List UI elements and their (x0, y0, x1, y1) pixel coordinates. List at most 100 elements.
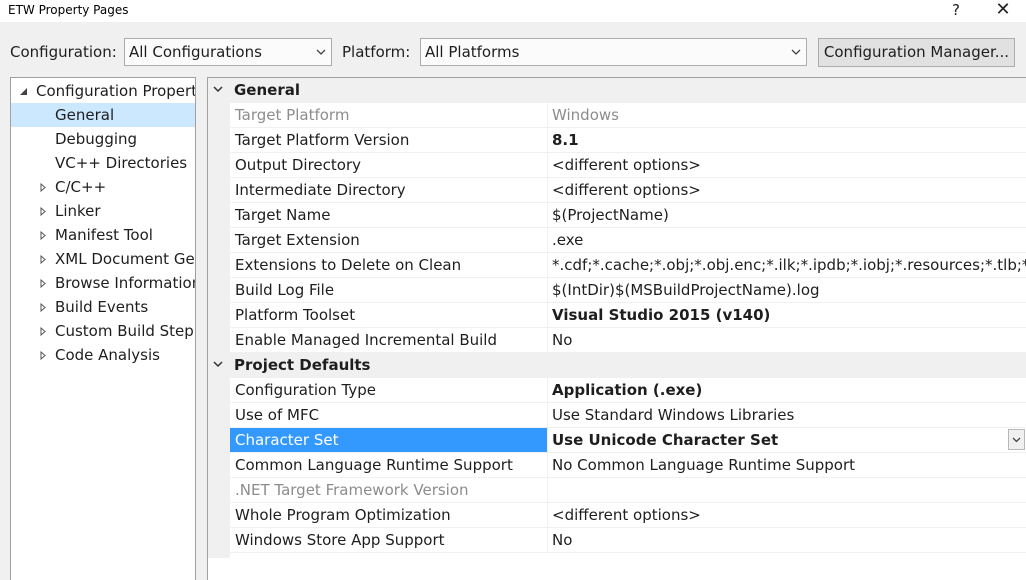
property-value[interactable]: <different options> (549, 503, 1026, 527)
platform-dropdown[interactable]: All Platforms (420, 38, 807, 66)
property-name: Extensions to Delete on Clean (230, 253, 548, 277)
category-general[interactable]: General (208, 78, 1026, 103)
property-value[interactable] (549, 478, 1026, 502)
property-name: Windows Store App Support (230, 528, 548, 552)
property-row-target-name[interactable]: Target Name $(ProjectName) (230, 203, 1026, 228)
platform-label: Platform: (342, 43, 411, 61)
configuration-value: All Configurations (129, 43, 262, 61)
property-name: Target Platform (230, 103, 548, 127)
tree-item-build-events[interactable]: Build Events (11, 295, 195, 319)
expand-triangle-icon[interactable] (40, 271, 52, 295)
tree-item-label: Manifest Tool (55, 226, 153, 244)
property-row-configuration-type[interactable]: Configuration Type Application (.exe) (230, 378, 1026, 403)
value-dropdown-button[interactable] (1008, 429, 1025, 450)
chevron-down-icon[interactable] (213, 78, 225, 103)
category-label: Project Defaults (234, 356, 371, 374)
property-row-use-of-mfc[interactable]: Use of MFC Use Standard Windows Libraries (230, 403, 1026, 428)
property-name: Build Log File (230, 278, 548, 302)
tree-item-label: Debugging (55, 130, 138, 148)
property-name: Whole Program Optimization (230, 503, 548, 527)
help-button[interactable]: ? (936, 0, 976, 22)
property-value[interactable]: .exe (549, 228, 1026, 252)
property-name: Use of MFC (230, 403, 548, 427)
property-name: Enable Managed Incremental Build (230, 328, 548, 352)
expand-triangle-icon[interactable] (40, 175, 52, 199)
property-name: Configuration Type (230, 378, 548, 402)
expand-triangle-icon[interactable] (40, 199, 52, 223)
tree-item-label: Browse Information (55, 274, 196, 292)
tree-item-general[interactable]: General (11, 103, 195, 127)
property-value[interactable]: No (549, 328, 1026, 352)
tree-root-configuration-properties[interactable]: Configuration Properties (11, 79, 196, 103)
property-name: .NET Target Framework Version (230, 478, 548, 502)
property-value[interactable]: Visual Studio 2015 (v140) (549, 303, 1026, 327)
property-name: Intermediate Directory (230, 178, 548, 202)
property-value[interactable]: <different options> (549, 153, 1026, 177)
tree-item-label: Custom Build Step (55, 322, 194, 340)
property-grid: General Target Platform Windows Target Plat… (207, 77, 1026, 580)
property-name: Platform Toolset (230, 303, 548, 327)
property-name: Target Platform Version (230, 128, 548, 152)
tree-item-label: XML Document Generator (55, 250, 195, 268)
category-project-defaults[interactable]: Project Defaults (208, 353, 1026, 378)
property-value[interactable]: $(ProjectName) (549, 203, 1026, 227)
property-row-build-log-file[interactable]: Build Log File $(IntDir)$(MSBuildProjectN… (230, 278, 1026, 303)
property-value[interactable]: Use Standard Windows Libraries (549, 403, 1026, 427)
property-value[interactable]: *.cdf;*.cache;*.obj;*.obj.enc;*.ilk;*.ip… (549, 253, 1026, 277)
property-value[interactable]: <different options> (549, 178, 1026, 202)
tree-item-vc-directories[interactable]: VC++ Directories (11, 151, 195, 175)
configuration-dropdown[interactable]: All Configurations (124, 38, 332, 66)
property-row-extensions-to-delete-on-clean[interactable]: Extensions to Delete on Clean *.cdf;*.cac… (230, 253, 1026, 278)
property-row-character-set[interactable]: Character Set Use Unicode Character Set (230, 428, 1026, 453)
property-row-target-platform-version[interactable]: Target Platform Version 8.1 (230, 128, 1026, 153)
property-name: Target Extension (230, 228, 548, 252)
property-value[interactable]: Windows (549, 103, 1026, 127)
property-value[interactable]: No (549, 528, 1026, 552)
grid-margin (208, 78, 230, 558)
configuration-manager-button[interactable]: Configuration Manager... (818, 38, 1015, 67)
property-value[interactable]: 8.1 (549, 128, 1026, 152)
tree-item-browse-information[interactable]: Browse Information (11, 271, 196, 295)
property-name: Character Set (230, 428, 548, 452)
close-button[interactable]: ✕ (983, 0, 1023, 22)
tree-item-manifest-tool[interactable]: Manifest Tool (11, 223, 195, 247)
expand-triangle-icon[interactable] (40, 223, 52, 247)
category-label: General (234, 81, 300, 99)
tree-item-label: Linker (55, 202, 101, 220)
property-row-intermediate-directory[interactable]: Intermediate Directory <different options… (230, 178, 1026, 203)
property-value[interactable]: No Common Language Runtime Support (549, 453, 1026, 477)
expand-triangle-icon[interactable] (40, 319, 52, 343)
tree-item-linker[interactable]: Linker (11, 199, 195, 223)
property-row-platform-toolset[interactable]: Platform Toolset Visual Studio 2015 (v140… (230, 303, 1026, 328)
platform-value: All Platforms (425, 43, 520, 61)
tree-item-label: General (55, 106, 115, 124)
tree-item-custom-build-step[interactable]: Custom Build Step (11, 319, 195, 343)
property-row-net-target-framework-version[interactable]: .NET Target Framework Version (230, 478, 1026, 503)
property-row-whole-program-optimization[interactable]: Whole Program Optimization <different opt… (230, 503, 1026, 528)
chevron-down-icon (315, 39, 327, 65)
tree-item-label: Code Analysis (55, 346, 160, 364)
property-row-target-platform[interactable]: Target Platform Windows (230, 103, 1026, 128)
tree-root-label: Configuration Properties (36, 82, 196, 100)
chevron-down-icon[interactable] (213, 353, 225, 378)
expand-triangle-icon[interactable] (40, 295, 52, 319)
expand-triangle-icon[interactable] (40, 247, 52, 271)
property-row-enable-managed-incremental-build[interactable]: Enable Managed Incremental Build No (230, 328, 1026, 353)
tree-item-code-analysis[interactable]: Code Analysis (11, 343, 195, 367)
property-name: Common Language Runtime Support (230, 453, 548, 477)
collapse-triangle-icon[interactable] (19, 79, 31, 103)
property-value[interactable]: $(IntDir)$(MSBuildProjectName).log (549, 278, 1026, 302)
property-row-output-directory[interactable]: Output Directory <different options> (230, 153, 1026, 178)
property-row-windows-store-app-support[interactable]: Windows Store App Support No (230, 528, 1026, 553)
property-value[interactable]: Application (.exe) (549, 378, 1026, 402)
tree-item-xml-document-generator[interactable]: XML Document Generator (11, 247, 195, 271)
property-value[interactable]: Use Unicode Character Set (549, 428, 1026, 452)
tree-item-label: VC++ Directories (55, 154, 188, 172)
tree-item-label: Build Events (55, 298, 149, 316)
tree-item-c-c-[interactable]: C/C++ (11, 175, 195, 199)
tree-item-debugging[interactable]: Debugging (11, 127, 195, 151)
property-row-common-language-runtime-support[interactable]: Common Language Runtime Support No Common… (230, 453, 1026, 478)
chevron-down-icon (790, 39, 802, 65)
property-row-target-extension[interactable]: Target Extension .exe (230, 228, 1026, 253)
expand-triangle-icon[interactable] (40, 343, 52, 367)
